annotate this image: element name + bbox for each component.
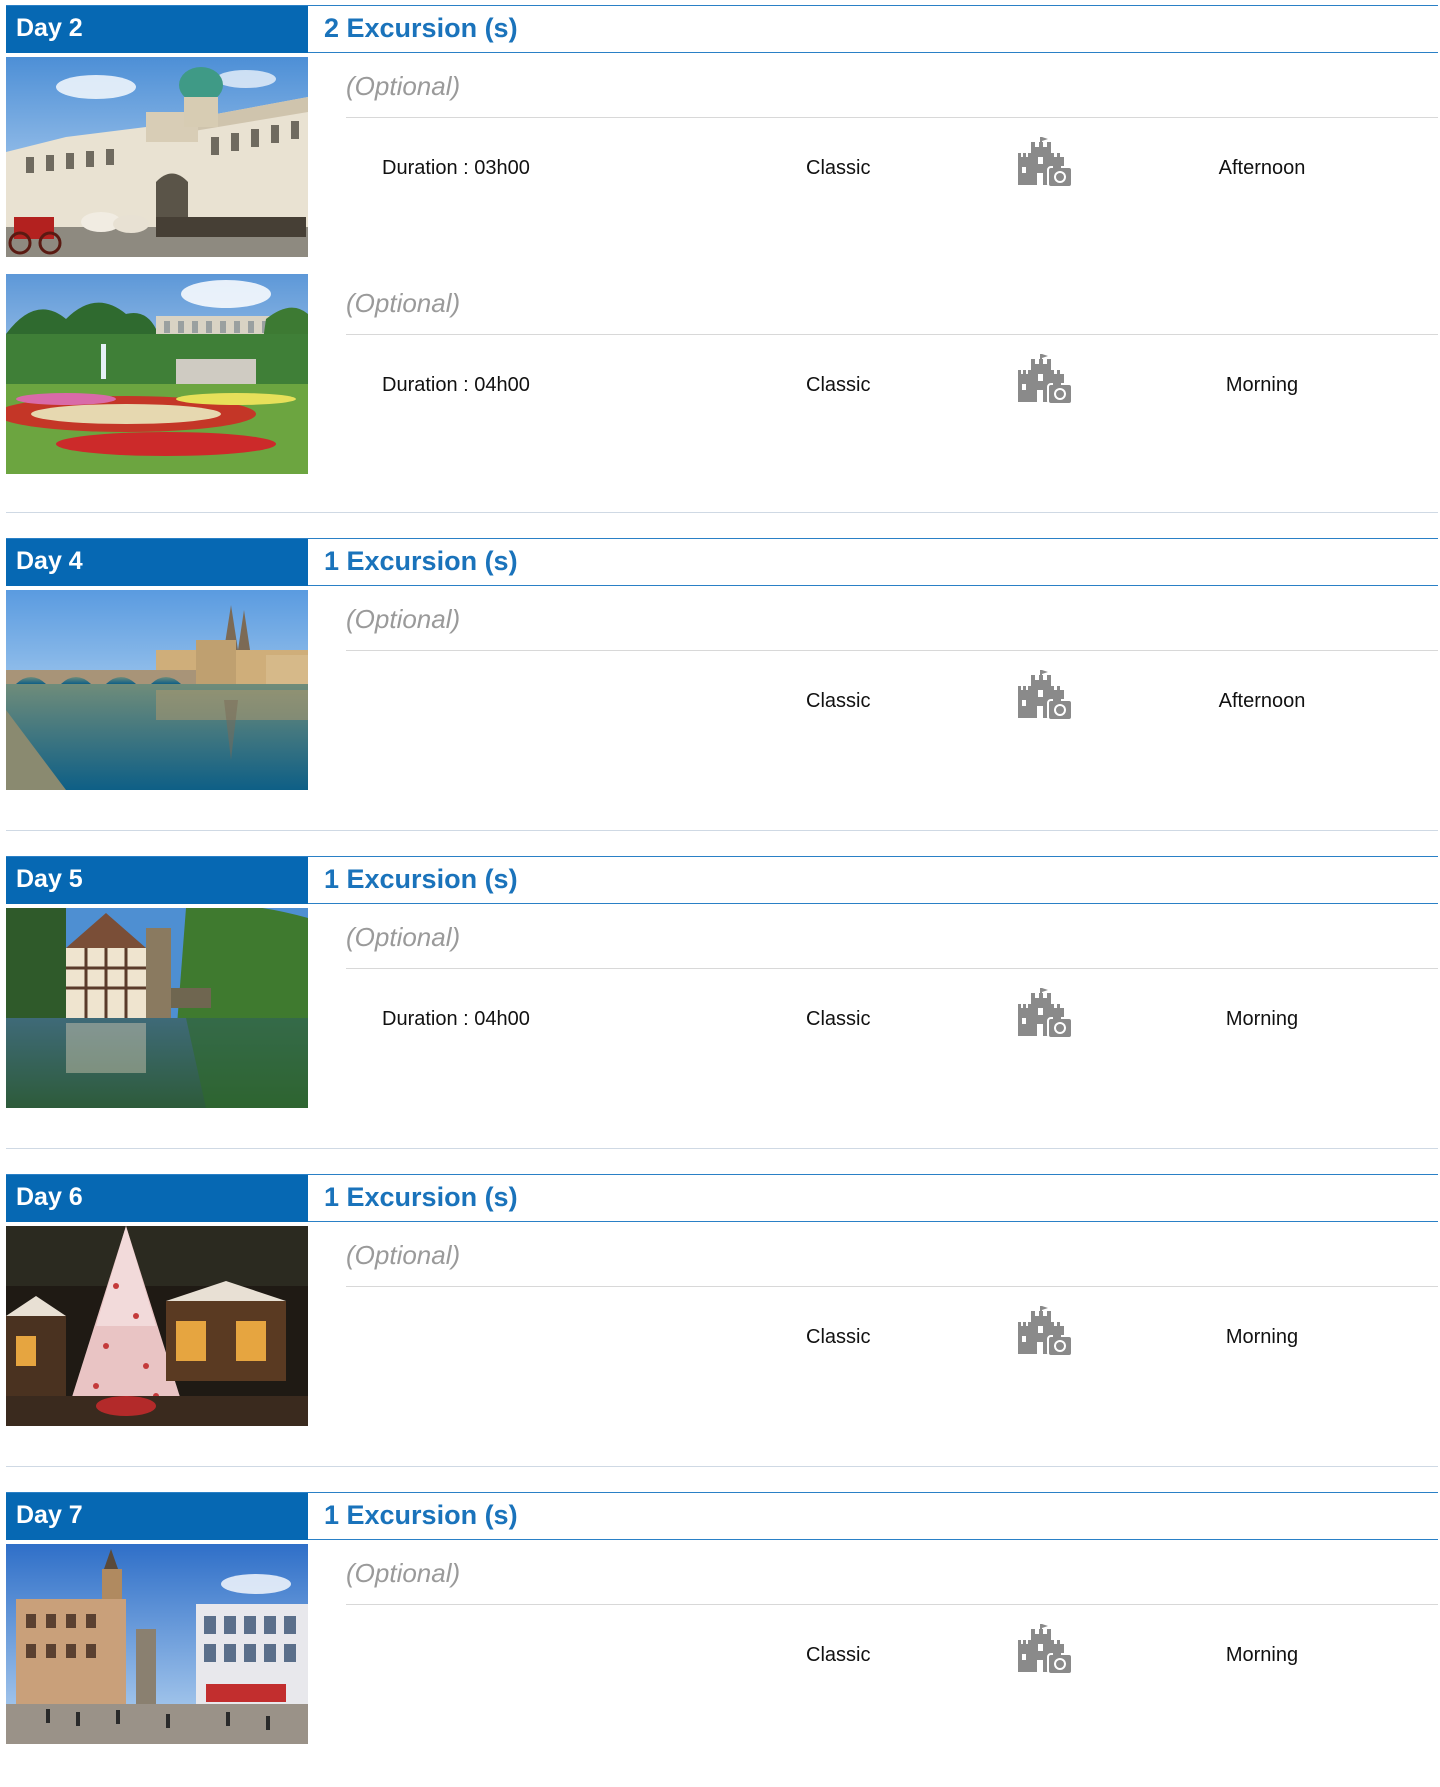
day-label: Day 5 bbox=[6, 857, 308, 904]
day-separator bbox=[6, 1148, 1438, 1149]
time-of-day-text: Morning bbox=[1225, 1326, 1299, 1348]
excursion-count: 1 Excursion (s) bbox=[324, 1182, 518, 1212]
excursion-count: 1 Excursion (s) bbox=[324, 864, 518, 894]
excursion-row[interactable]: (Optional) Duration : 04h00 Classic Morn… bbox=[6, 270, 1438, 487]
excursion-photo[interactable] bbox=[6, 590, 308, 790]
castle-camera-icon bbox=[1018, 670, 1073, 721]
divider bbox=[346, 334, 1438, 335]
divider bbox=[346, 968, 1438, 969]
category-text: Classic bbox=[806, 374, 871, 396]
castle-camera-icon bbox=[1018, 137, 1073, 188]
castle-camera-icon bbox=[1018, 354, 1073, 405]
divider bbox=[346, 117, 1438, 118]
castle-camera-icon bbox=[1018, 1624, 1073, 1675]
excursion-row[interactable]: (Optional) Classic Afternoon bbox=[6, 586, 1438, 803]
day-header: Day 4 1 Excursion (s) bbox=[6, 538, 1438, 586]
day-header: Day 7 1 Excursion (s) bbox=[6, 1492, 1438, 1540]
duration-text: Duration : 03h00 bbox=[382, 157, 530, 179]
time-of-day-text: Afternoon bbox=[1218, 157, 1306, 179]
excursion-photo[interactable] bbox=[6, 57, 308, 257]
castle-camera-icon bbox=[1018, 988, 1073, 1039]
day-header: Day 5 1 Excursion (s) bbox=[6, 856, 1438, 904]
time-of-day-text: Morning bbox=[1225, 374, 1299, 396]
divider bbox=[346, 650, 1438, 651]
excursion-photo[interactable] bbox=[6, 908, 308, 1108]
optional-label: (Optional) bbox=[346, 604, 461, 634]
day-block: Day 4 1 Excursion (s) (Optional) Classic… bbox=[6, 538, 1438, 803]
excursion-count: 2 Excursion (s) bbox=[324, 13, 518, 43]
day-label: Day 2 bbox=[6, 6, 308, 53]
day-block: Day 7 1 Excursion (s) (Optional) Classic… bbox=[6, 1492, 1438, 1757]
optional-label: (Optional) bbox=[346, 288, 461, 318]
excursion-row[interactable]: (Optional) Classic Morning bbox=[6, 1540, 1438, 1757]
excursion-photo[interactable] bbox=[6, 1226, 308, 1426]
day-label: Day 6 bbox=[6, 1175, 308, 1222]
duration-text: Duration : 04h00 bbox=[382, 374, 530, 396]
optional-label: (Optional) bbox=[346, 1558, 461, 1588]
itinerary-excursions: Day 2 2 Excursion (s) (Optional) Duratio… bbox=[0, 0, 1440, 1787]
category-text: Classic bbox=[806, 157, 871, 179]
day-separator bbox=[6, 512, 1438, 513]
day-label: Day 7 bbox=[6, 1493, 308, 1540]
day-separator bbox=[6, 1466, 1438, 1467]
time-of-day-text: Afternoon bbox=[1218, 690, 1306, 712]
day-header: Day 6 1 Excursion (s) bbox=[6, 1174, 1438, 1222]
day-label: Day 4 bbox=[6, 539, 308, 586]
category-text: Classic bbox=[806, 1326, 871, 1348]
excursion-count: 1 Excursion (s) bbox=[324, 546, 518, 576]
category-text: Classic bbox=[806, 1008, 871, 1030]
excursion-row[interactable]: (Optional) Duration : 04h00 Classic Morn… bbox=[6, 904, 1438, 1121]
excursion-row[interactable]: (Optional) Duration : 03h00 Classic Afte… bbox=[6, 53, 1438, 270]
divider bbox=[346, 1286, 1438, 1287]
time-of-day-text: Morning bbox=[1225, 1644, 1299, 1666]
day-separator bbox=[6, 830, 1438, 831]
category-text: Classic bbox=[806, 690, 871, 712]
optional-label: (Optional) bbox=[346, 71, 461, 101]
optional-label: (Optional) bbox=[346, 1240, 461, 1270]
duration-text: Duration : 04h00 bbox=[382, 1008, 530, 1030]
optional-label: (Optional) bbox=[346, 922, 461, 952]
day-block: Day 6 1 Excursion (s) (Optional) Classic… bbox=[6, 1174, 1438, 1439]
divider bbox=[346, 1604, 1438, 1605]
excursion-row[interactable]: (Optional) Classic Morning bbox=[6, 1222, 1438, 1439]
day-block: Day 2 2 Excursion (s) (Optional) Duratio… bbox=[6, 5, 1438, 487]
castle-camera-icon bbox=[1018, 1306, 1073, 1357]
category-text: Classic bbox=[806, 1644, 871, 1666]
time-of-day-text: Morning bbox=[1225, 1008, 1299, 1030]
excursion-photo[interactable] bbox=[6, 1544, 308, 1744]
excursion-photo[interactable] bbox=[6, 274, 308, 474]
excursion-count: 1 Excursion (s) bbox=[324, 1500, 518, 1530]
day-header: Day 2 2 Excursion (s) bbox=[6, 5, 1438, 53]
day-block: Day 5 1 Excursion (s) (Optional) Duratio… bbox=[6, 856, 1438, 1121]
